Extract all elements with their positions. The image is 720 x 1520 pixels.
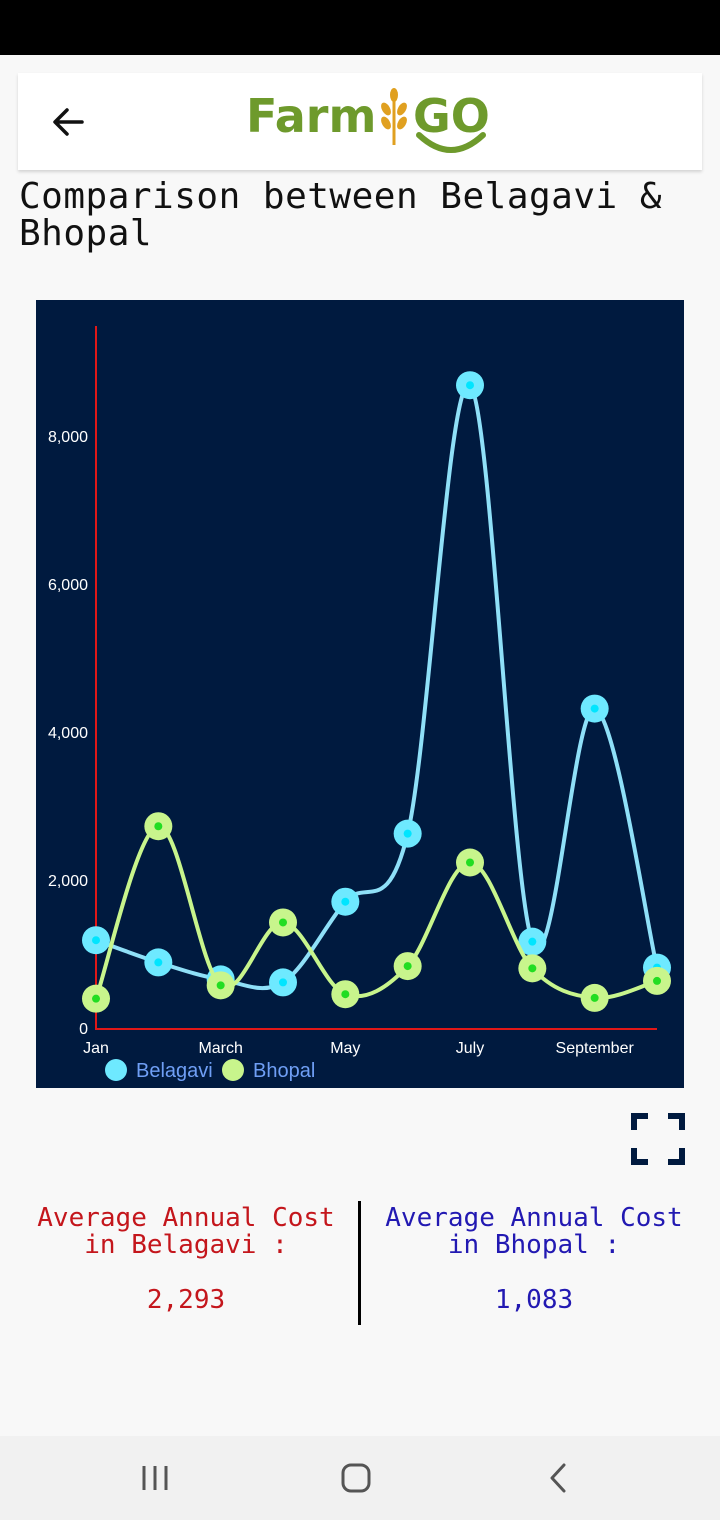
belagavi-data-point-center [403, 829, 412, 838]
status-bar [0, 0, 720, 55]
bhopal-average-value: 1,083 [494, 1285, 574, 1315]
bhopal-legend-marker [222, 1059, 244, 1081]
bhopal-data-point-center [216, 981, 225, 990]
bhopal-data-point-center [92, 994, 100, 1003]
belagavi-data-point-center [528, 937, 537, 946]
belagavi-data-point-center [590, 704, 599, 713]
bhopal-data-point-center [403, 962, 412, 971]
y-tick-label: 8,000 [48, 429, 88, 446]
home-button[interactable] [326, 1458, 386, 1498]
stats-divider [358, 1201, 361, 1325]
bhopal-legend-label: Bhopal [253, 1060, 315, 1082]
bhopal-data-point-center [590, 993, 599, 1002]
farmgo-logo: Farm GO [246, 85, 496, 161]
bhopal-series-line [94, 824, 658, 1000]
recent-apps-icon [142, 1466, 168, 1490]
belagavi-data-point-center [92, 936, 100, 945]
belagavi-series-line [95, 383, 659, 991]
x-tick-label: July [456, 1040, 484, 1057]
line-chart: 0 2,000 4,000 6,000 8,000 Jan March May July Sept… [48, 326, 671, 1082]
bhopal-average-label: Average Annual Cost in Bhopal : [385, 1203, 683, 1260]
x-tick-label: March [198, 1040, 242, 1057]
bhopal-data-point-center [528, 964, 537, 973]
logo-smile-icon [416, 132, 486, 153]
belagavi-data-point-center [154, 958, 163, 967]
bhopal-data-point-center [154, 822, 163, 831]
bhopal-average-stat: Average Annual Cost in Bhopal : 1,083 [364, 1203, 704, 1316]
y-tick-label: 2,000 [48, 873, 88, 890]
home-icon [341, 1463, 371, 1493]
belagavi-data-point-center [341, 897, 350, 906]
y-tick-label: 4,000 [48, 725, 88, 742]
wheat-icon [381, 88, 407, 145]
chart-panel: 0 2,000 4,000 6,000 8,000 Jan March May July Sept… [36, 300, 684, 1088]
fullscreen-icon [631, 1113, 685, 1165]
nav-back-button[interactable] [528, 1458, 588, 1498]
belagavi-average-value: 2,293 [146, 1285, 226, 1315]
back-button[interactable] [48, 101, 90, 143]
arrow-left-icon [53, 108, 84, 136]
x-tick-label: September [556, 1040, 635, 1057]
belagavi-average-stat: Average Annual Cost in Belagavi : 2,293 [16, 1203, 356, 1316]
page-title: Comparison between Belagavi & Bhopal [19, 176, 663, 254]
belagavi-data-point-center [279, 978, 287, 987]
bhopal-data-point-center [279, 918, 287, 927]
y-tick-label: 6,000 [48, 577, 88, 594]
bhopal-data-point-center [653, 976, 661, 985]
belagavi-legend-label: Belagavi [136, 1060, 213, 1082]
bhopal-data-point-center [466, 858, 474, 867]
system-nav-bar [0, 1436, 720, 1520]
x-tick-label: Jan [83, 1040, 109, 1057]
nav-back-icon [550, 1463, 566, 1493]
belagavi-legend-marker [105, 1059, 127, 1081]
app-bar: Farm GO [18, 73, 702, 170]
belagavi-average-label: Average Annual Cost in Belagavi : [37, 1203, 335, 1260]
logo-text-farm: Farm [246, 89, 377, 143]
x-tick-label: May [330, 1040, 360, 1057]
expand-chart-button[interactable] [630, 1112, 686, 1166]
bhopal-data-point-center [341, 990, 350, 999]
recent-apps-button[interactable] [126, 1458, 186, 1498]
belagavi-data-point-center [466, 381, 474, 390]
y-tick-label: 0 [79, 1021, 88, 1038]
